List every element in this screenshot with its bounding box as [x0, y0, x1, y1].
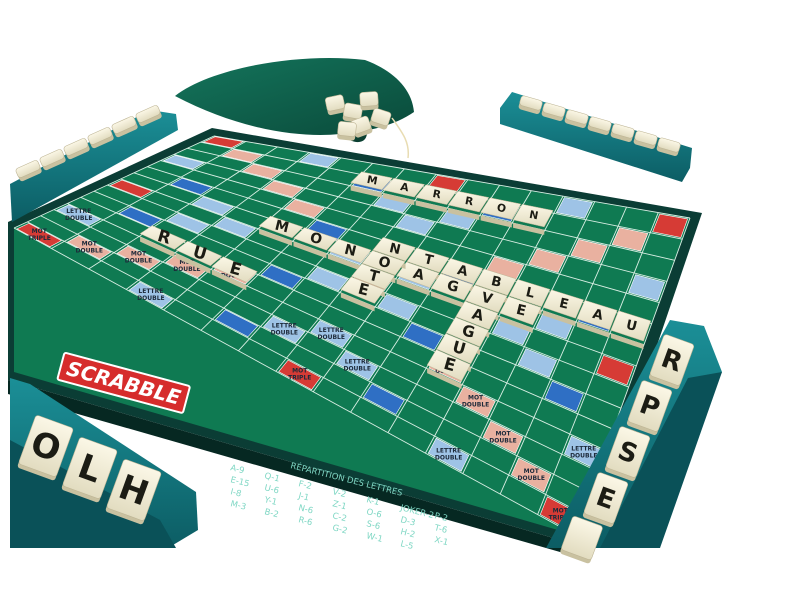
- legend-entry: B-2: [263, 507, 279, 520]
- legend-entry: W-1: [365, 531, 383, 545]
- premium-label: MOT: [131, 251, 147, 258]
- premium-label: DOUBLE: [435, 455, 462, 462]
- premium-label: DOUBLE: [489, 437, 516, 444]
- legend-entry: X-1: [433, 535, 449, 548]
- premium-label: DOUBLE: [462, 402, 489, 409]
- premium-label: MOT: [468, 395, 484, 402]
- premium-label: DOUBLE: [125, 258, 152, 265]
- premium-label: DOUBLE: [343, 365, 370, 372]
- premium-label: MOT: [524, 468, 540, 475]
- legend-entry: T-6: [432, 523, 448, 536]
- premium-label: LETTRE: [66, 208, 91, 215]
- legend-entry: Y-1: [262, 495, 278, 508]
- premium-label: DOUBLE: [570, 453, 597, 460]
- premium-label: MOT: [32, 228, 48, 235]
- premium-label: TRIPLE: [288, 375, 311, 382]
- premium-label: DOUBLE: [65, 215, 92, 222]
- premium-label: DOUBLE: [318, 334, 345, 341]
- legend-entry: J-1: [296, 491, 310, 504]
- rack-tile[interactable]: [337, 121, 357, 141]
- legend-entry: L-5: [399, 539, 414, 552]
- legend-entry: M-3: [229, 499, 247, 513]
- premium-label: LETTRE: [436, 448, 461, 455]
- premium-label: LETTRE: [319, 327, 344, 334]
- legend-entry: I-8: [229, 487, 242, 499]
- premium-label: MOT: [292, 368, 308, 375]
- premium-label: MOT: [82, 240, 98, 247]
- premium-label: DOUBLE: [137, 295, 164, 302]
- premium-label: LETTRE: [571, 446, 596, 453]
- scrabble-scene: LETTREDOUBLELETTREDOUBLELETTREDOUBLELETT…: [8, 57, 722, 564]
- premium-label: LETTRE: [345, 358, 370, 365]
- rack-tile[interactable]: [324, 94, 346, 116]
- premium-label: MOT: [495, 430, 511, 437]
- rack-tile[interactable]: [359, 91, 379, 111]
- premium-label: DOUBLE: [76, 247, 103, 254]
- legend-entry: G-2: [331, 523, 348, 536]
- rack-back-right[interactable]: [500, 92, 692, 182]
- legend-entry: R-6: [297, 515, 313, 528]
- premium-label: LETTRE: [272, 322, 297, 329]
- premium-label: DOUBLE: [518, 475, 545, 482]
- premium-label: DOUBLE: [271, 329, 298, 336]
- premium-label: TRIPLE: [28, 235, 51, 242]
- premium-label: LETTRE: [138, 288, 163, 295]
